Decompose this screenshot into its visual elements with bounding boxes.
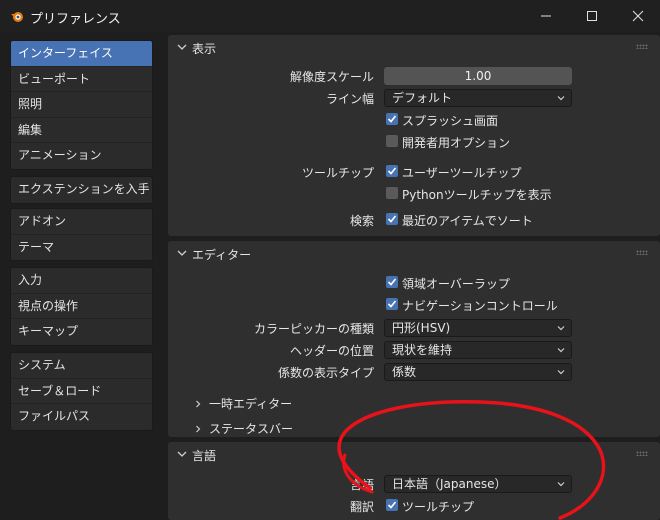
line-width-value: デフォルト xyxy=(392,91,453,105)
temp-editors-subpanel[interactable]: 一時エディター xyxy=(194,395,292,412)
status-bar-subpanel[interactable]: ステータスバー xyxy=(194,420,293,437)
dev-options-label: 開発者用オプション xyxy=(402,136,511,150)
sidebar-item-addons[interactable]: アドオン xyxy=(11,209,152,235)
resolution-scale-field[interactable]: 1.00 xyxy=(384,67,572,85)
line-width-label: ライン幅 xyxy=(325,92,374,106)
checkmark-icon xyxy=(387,215,397,223)
chevron-down-icon xyxy=(177,44,187,50)
sort-recent-checkbox[interactable] xyxy=(386,213,398,225)
chevron-down-icon xyxy=(557,326,565,331)
minimize-icon xyxy=(541,15,551,17)
temp-editors-label: 一時エディター xyxy=(209,397,293,411)
chevron-down-icon xyxy=(557,370,565,375)
nav-controls-label: ナビゲーションコントロール xyxy=(402,299,558,313)
panel-display-title: 表示 xyxy=(192,42,217,56)
drag-handle-icon[interactable] xyxy=(636,250,648,255)
resolution-scale-label: 解像度スケール xyxy=(289,70,374,84)
panel-editors-header[interactable]: エディター xyxy=(168,241,660,265)
translate-tooltips-label: ツールチップ xyxy=(402,500,475,514)
python-tooltips-checkbox[interactable] xyxy=(386,187,398,199)
close-button[interactable] xyxy=(626,4,650,28)
checkmark-icon xyxy=(387,300,397,308)
chevron-right-icon xyxy=(196,400,201,408)
sidebar-item-lights[interactable]: 照明 xyxy=(11,92,152,118)
sidebar-item-save-load[interactable]: セーブ＆ロード xyxy=(11,378,152,404)
sidebar-group-addons: アドオン テーマ xyxy=(10,208,153,261)
user-tooltips-checkbox[interactable] xyxy=(386,165,398,177)
language-dropdown[interactable]: 日本語（Japanese） xyxy=(384,475,572,493)
blender-logo-icon xyxy=(11,12,23,22)
maximize-icon xyxy=(587,11,597,21)
drag-handle-icon[interactable] xyxy=(636,451,648,456)
header-position-value: 現状を維持 xyxy=(392,343,453,357)
panel-language-header[interactable]: 言語 xyxy=(168,442,660,466)
close-icon xyxy=(632,10,644,22)
splash-label: スプラッシュ画面 xyxy=(402,114,499,128)
header-position-label: ヘッダーの位置 xyxy=(289,344,374,358)
python-tooltips-label: Pythonツールチップを表示 xyxy=(402,188,552,202)
line-width-dropdown[interactable]: デフォルト xyxy=(384,89,572,107)
title-bar: プリファレンス xyxy=(0,0,660,32)
sidebar-group-extensions: エクステンションを入手 xyxy=(10,176,153,204)
chevron-down-icon xyxy=(557,348,565,353)
region-overlap-label: 領域オーバーラップ xyxy=(402,277,510,291)
checkmark-icon xyxy=(387,167,397,175)
panel-language-title: 言語 xyxy=(192,449,217,463)
chevron-down-icon xyxy=(177,250,187,256)
preferences-sidebar: インターフェイス ビューポート 照明 編集 アニメーション エクステンションを入… xyxy=(0,32,163,520)
maximize-button[interactable] xyxy=(580,4,604,28)
color-picker-dropdown[interactable]: 円形(HSV) xyxy=(384,319,572,337)
sidebar-group-input: 入力 視点の操作 キーマップ xyxy=(10,267,153,346)
sidebar-item-file-paths[interactable]: ファイルパス xyxy=(11,404,152,430)
checkmark-icon xyxy=(387,115,397,123)
splash-checkbox[interactable] xyxy=(386,113,398,125)
sidebar-item-input[interactable]: 入力 xyxy=(11,268,152,294)
sidebar-group-interface: インターフェイス ビューポート 照明 編集 アニメーション xyxy=(10,40,153,170)
panel-editors: エディター 領域オーバーラップ ナビゲーションコントロール カラーピッカーの種類… xyxy=(168,241,660,437)
nav-controls-checkbox[interactable] xyxy=(386,298,398,310)
sidebar-item-navigation[interactable]: 視点の操作 xyxy=(11,293,152,319)
search-label: 検索 xyxy=(349,214,374,228)
minimize-button[interactable] xyxy=(534,4,558,28)
chevron-right-icon xyxy=(196,425,201,433)
sidebar-item-editing[interactable]: 編集 xyxy=(11,117,152,143)
dev-options-checkbox[interactable] xyxy=(386,135,398,147)
panel-display: 表示 解像度スケール 1.00 ライン幅 デフォルト スプラッシュ画面 開発者用… xyxy=(168,35,660,236)
factor-type-value: 係数 xyxy=(392,365,417,379)
translate-tooltips-checkbox[interactable] xyxy=(386,499,398,511)
checkmark-icon xyxy=(387,501,397,509)
sidebar-item-themes[interactable]: テーマ xyxy=(11,234,152,260)
checkmark-icon xyxy=(387,278,397,286)
panel-display-header[interactable]: 表示 xyxy=(168,35,660,59)
sidebar-item-viewport[interactable]: ビューポート xyxy=(11,66,152,92)
language-label: 言語 xyxy=(349,478,374,492)
sidebar-item-interface[interactable]: インターフェイス xyxy=(11,41,152,67)
tooltips-label: ツールチップ xyxy=(301,166,374,180)
factor-type-dropdown[interactable]: 係数 xyxy=(384,363,572,381)
sidebar-item-animation[interactable]: アニメーション xyxy=(11,143,152,169)
status-bar-label: ステータスバー xyxy=(209,422,294,436)
sidebar-item-get-extensions[interactable]: エクステンションを入手 xyxy=(11,177,152,203)
user-tooltips-label: ユーザーツールチップ xyxy=(402,166,522,180)
window-title: プリファレンス xyxy=(30,12,121,27)
color-picker-label: カラーピッカーの種類 xyxy=(253,322,374,336)
region-overlap-checkbox[interactable] xyxy=(386,276,398,288)
panel-language: 言語 言語 日本語（Japanese） 翻訳 ツールチップ xyxy=(168,442,660,520)
chevron-down-icon xyxy=(557,96,565,101)
sidebar-group-system: システム セーブ＆ロード ファイルパス xyxy=(10,352,153,431)
language-value: 日本語（Japanese） xyxy=(392,477,507,491)
sidebar-item-keymap[interactable]: キーマップ xyxy=(11,319,152,345)
drag-handle-icon[interactable] xyxy=(636,44,648,49)
sort-recent-label: 最近のアイテムでソート xyxy=(402,214,533,228)
panel-editors-title: エディター xyxy=(192,248,252,262)
translate-label: 翻訳 xyxy=(349,500,374,514)
chevron-down-icon xyxy=(557,482,565,487)
chevron-down-icon xyxy=(177,451,187,457)
sidebar-item-system[interactable]: システム xyxy=(11,353,152,379)
preferences-main: 表示 解像度スケール 1.00 ライン幅 デフォルト スプラッシュ画面 開発者用… xyxy=(166,32,660,520)
factor-type-label: 係数の表示タイプ xyxy=(277,366,374,380)
color-picker-value: 円形(HSV) xyxy=(392,321,451,335)
header-position-dropdown[interactable]: 現状を維持 xyxy=(384,341,572,359)
